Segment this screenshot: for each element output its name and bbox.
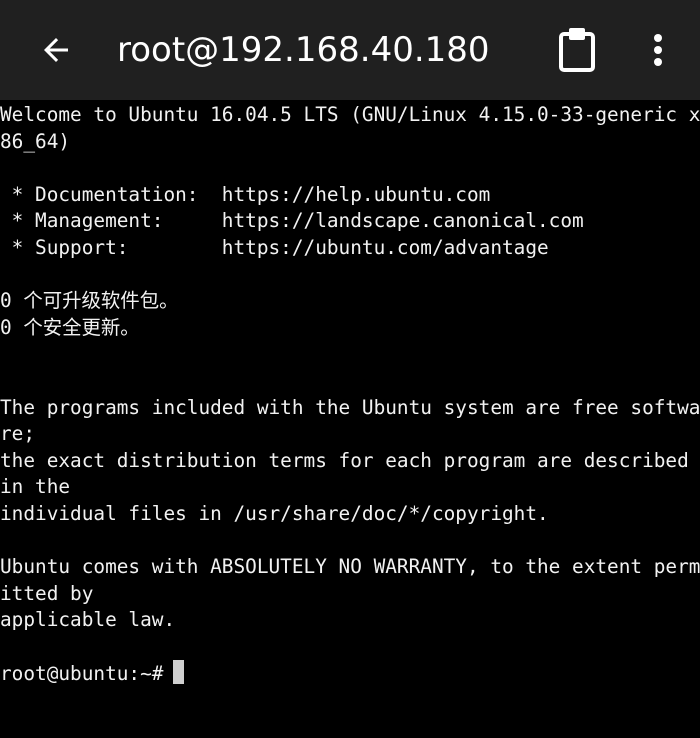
terminal-line: the exact distribution terms for each pr… [0,448,689,472]
terminal-line: 0 个可升级软件包。 [0,289,179,313]
terminal-line: in the [0,475,71,499]
terminal-line: individual files in /usr/share/doc/*/cop… [0,501,549,525]
terminal-line: applicable law. [0,608,176,632]
terminal-line: The programs included with the Ubuntu sy… [0,395,700,419]
terminal-app: root@192.168.40.180 Welcome to Ubuntu 16… [0,0,700,738]
terminal-line: itted by [0,581,94,605]
terminal-line: * Management: https://landscape.canonica… [0,209,584,233]
terminal-line: * Support: https://ubuntu.com/advantage [0,235,549,259]
terminal-line: Ubuntu comes with ABSOLUTELY NO WARRANTY… [0,555,700,579]
terminal-line: 0 个安全更新。 [0,315,140,339]
terminal-line: Welcome to Ubuntu 16.04.5 LTS (GNU/Linux… [0,103,700,126]
app-bar: root@192.168.40.180 [0,0,700,100]
back-button[interactable] [30,24,82,76]
more-vert-icon [654,34,662,66]
terminal-line: re; [0,422,36,446]
clipboard-icon [559,28,595,72]
arrow-left-icon [44,38,68,62]
prompt-line[interactable]: root@ubuntu:~# [0,660,700,687]
shell-prompt: root@ubuntu:~# [0,662,164,686]
clipboard-button[interactable] [552,24,602,76]
overflow-menu-button[interactable] [636,24,680,76]
connection-title: root@192.168.40.180 [117,30,490,70]
terminal-line: * Documentation: https://help.ubuntu.com [0,182,491,206]
terminal-line: 86_64) [0,129,71,153]
terminal-cursor [173,660,185,685]
terminal-output[interactable]: Welcome to Ubuntu 16.04.5 LTS (GNU/Linux… [0,102,700,738]
terminal-lines: Welcome to Ubuntu 16.04.5 LTS (GNU/Linux… [0,102,700,660]
